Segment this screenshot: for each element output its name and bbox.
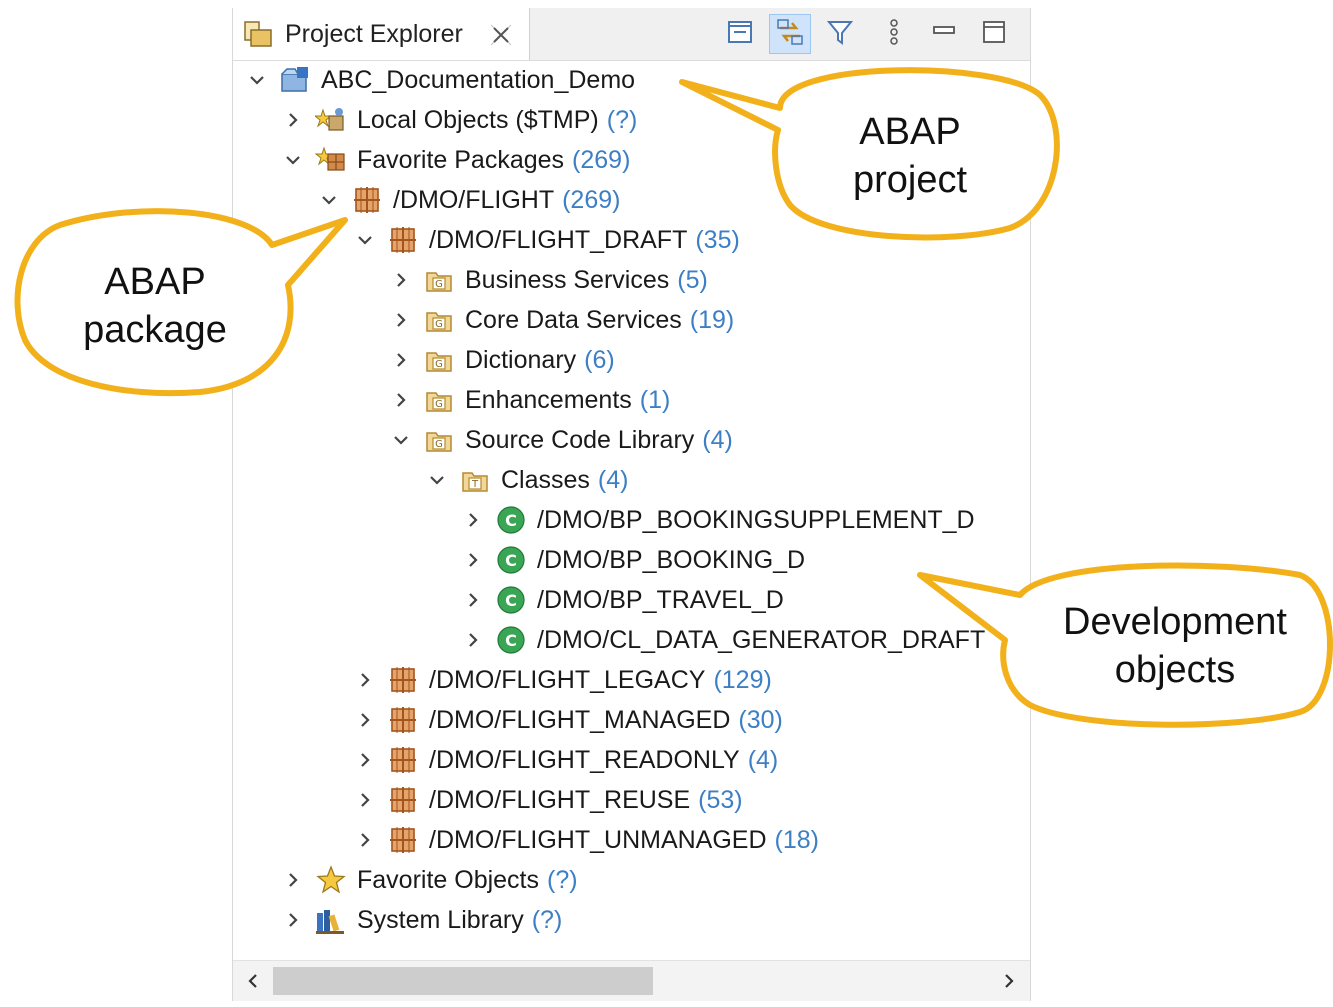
callout-package-line2: package [83,309,227,351]
callout-package-text: ABAP package [60,258,250,354]
callout-shapes [14,67,1333,728]
callout-package-line1: ABAP [104,261,206,303]
callout-project-line2: project [852,159,968,201]
callout-project-text: ABAP project [820,108,1000,204]
callout-objects-line2: objects [1114,649,1236,691]
callout-objects-text: Development objects [1030,598,1320,694]
callout-objects-line1: Development [1063,601,1287,643]
callout-project-line1: ABAP [859,111,961,153]
